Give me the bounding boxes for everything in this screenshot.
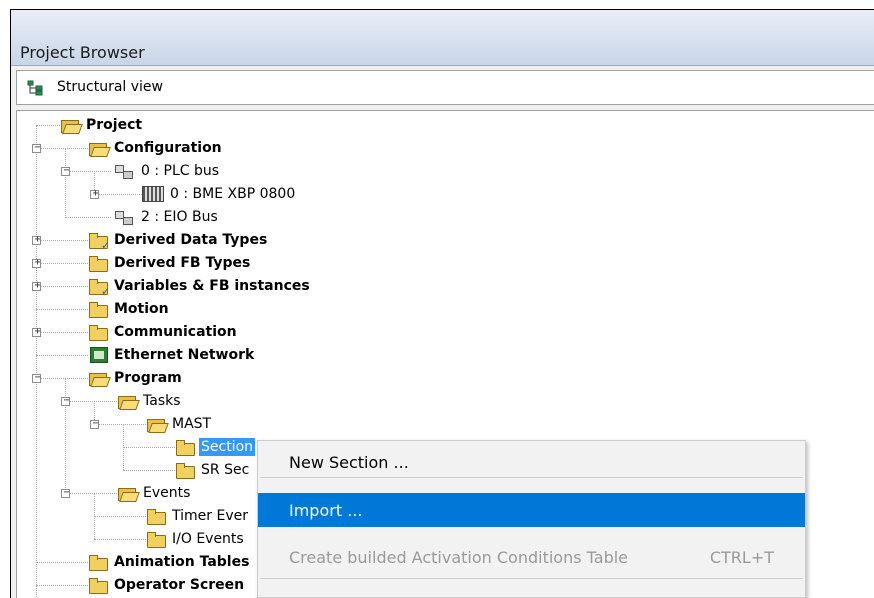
menu-item-label: Create builded Activation Conditions Tab… <box>289 547 629 567</box>
tree-node-program[interactable]: Program <box>88 367 184 389</box>
tree-node-configuration[interactable]: ✓ Configuration <box>88 137 224 160</box>
folder-icon <box>88 554 108 571</box>
menu-separator <box>260 477 803 478</box>
open-folder-icon <box>88 370 108 386</box>
menu-item-label: New Section ... <box>289 452 409 472</box>
menu-separator <box>260 578 803 579</box>
folder-icon <box>88 324 108 341</box>
menu-item-import[interactable]: Import ... <box>258 493 805 527</box>
title-bar[interactable]: Project Browser <box>11 10 874 66</box>
tree-node-sections[interactable]: Section <box>175 436 256 458</box>
open-folder-icon <box>60 117 80 133</box>
tree-node-tasks[interactable]: Tasks <box>117 390 183 412</box>
folder-icon <box>175 462 195 479</box>
tree-node-derived-fb-types[interactable]: Derived FB Types <box>88 252 252 274</box>
tree-node-variables[interactable]: ✓ Variables & FB instances <box>88 275 312 298</box>
tree-node-timer-events[interactable]: Timer Ever <box>146 505 250 527</box>
structural-view-label[interactable]: Structural view <box>57 79 163 95</box>
ethernet-network-icon <box>90 347 108 363</box>
folder-icon <box>88 301 108 318</box>
context-menu: New Section ... Import ... Create builde… <box>257 440 806 598</box>
expander-bme-xbp[interactable]: + <box>90 188 99 199</box>
window-title: Project Browser <box>20 43 145 62</box>
expander-variables[interactable]: + <box>32 280 41 291</box>
tree-node-plc-bus[interactable]: 0 : PLC bus <box>113 160 221 182</box>
structural-view-icon[interactable] <box>27 80 43 96</box>
expander-events[interactable]: − <box>61 487 70 498</box>
tree-node-ethernet-network[interactable]: Ethernet Network <box>90 344 256 366</box>
tree-node-operator-screens[interactable]: Operator Screen <box>88 574 246 596</box>
tree-node-bme-xbp[interactable]: 0 : BME XBP 0800 <box>142 183 297 205</box>
eio-bus-icon <box>113 209 135 225</box>
expander-plc-bus[interactable]: − <box>61 165 70 176</box>
expander-communication[interactable]: + <box>32 326 41 337</box>
view-toolbar: Structural view <box>16 70 874 105</box>
tree-node-motion[interactable]: Motion <box>88 298 171 320</box>
open-folder-icon <box>117 485 137 501</box>
tree-node-events[interactable]: Events <box>117 482 192 504</box>
tree-node-derived-data-types[interactable]: ✓ Derived Data Types <box>88 229 269 252</box>
expander-derived-fb-types[interactable]: + <box>32 257 41 268</box>
open-folder-icon <box>117 393 137 409</box>
folder-checked-icon: ✓ <box>88 232 110 252</box>
folder-icon <box>146 531 166 548</box>
expander-program[interactable]: − <box>32 372 41 383</box>
menu-item-label: Import ... <box>289 500 363 520</box>
folder-icon <box>88 577 108 594</box>
tree-node-communication[interactable]: Communication <box>88 321 239 343</box>
folder-icon <box>175 439 195 456</box>
tree-node-io-events[interactable]: I/O Events <box>146 528 246 550</box>
tree-node-animation-tables[interactable]: Animation Tables <box>88 551 251 573</box>
folder-icon <box>88 255 108 272</box>
rack-icon <box>142 186 164 202</box>
expander-tasks[interactable]: − <box>61 395 70 406</box>
expander-mast[interactable]: − <box>90 418 99 429</box>
menu-item-shortcut: CTRL+T <box>709 547 774 567</box>
folder-checked-icon: ✓ <box>88 278 110 298</box>
tree-node-mast[interactable]: MAST <box>146 413 213 435</box>
folder-icon <box>146 508 166 525</box>
tree-node-sr-sections[interactable]: SR Sec <box>175 459 251 481</box>
menu-item-new-section[interactable]: New Section ... <box>258 445 805 479</box>
open-folder-checked-icon: ✓ <box>88 140 110 160</box>
expander-configuration[interactable]: − <box>32 142 41 153</box>
menu-item-create-table[interactable]: Create builded Activation Conditions Tab… <box>258 540 805 574</box>
plc-bus-icon <box>113 163 135 179</box>
open-folder-icon <box>146 416 166 432</box>
tree-node-eio-bus[interactable]: 2 : EIO Bus <box>113 206 220 228</box>
tree-node-project[interactable]: Project <box>60 114 144 136</box>
expander-derived-data-types[interactable]: + <box>32 234 41 245</box>
